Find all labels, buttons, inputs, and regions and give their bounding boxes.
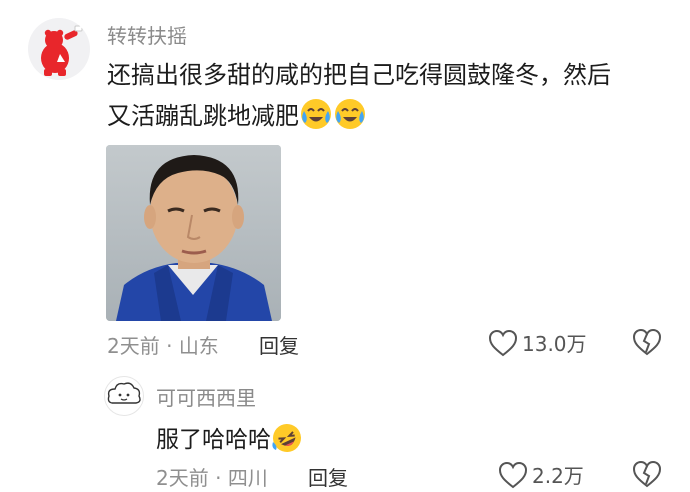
meta-separator: · xyxy=(166,334,173,358)
reply-like-button[interactable]: 2.2万 xyxy=(498,460,584,489)
heart-icon xyxy=(498,461,528,488)
heart-icon xyxy=(488,329,518,356)
rolling-laughing-emoji-icon xyxy=(271,422,303,460)
reply-meta-separator: · xyxy=(215,466,222,490)
red-bear-avatar-icon xyxy=(28,18,90,80)
comment-time: 2天前 xyxy=(107,334,160,358)
broken-heart-icon xyxy=(632,460,662,488)
crying-laughing-emoji-icon xyxy=(333,97,367,143)
reply-dislike-button[interactable] xyxy=(632,460,662,492)
comment-text-line2-wrap: 又活蹦乱跳地减肥 xyxy=(107,97,367,143)
reply-avatar[interactable] xyxy=(104,376,144,416)
comment-text-line2: 又活蹦乱跳地减肥 xyxy=(107,102,299,130)
reply-button[interactable]: 回复 xyxy=(259,330,299,359)
reply-time: 2天前 xyxy=(156,466,209,490)
reply-meta: 2天前 · 四川 xyxy=(156,462,268,491)
comment-username[interactable]: 转转扶摇 xyxy=(107,20,187,49)
like-button[interactable]: 13.0万 xyxy=(488,328,587,357)
reply-username[interactable]: 可可西西里 xyxy=(156,382,256,411)
reply-location: 四川 xyxy=(227,466,268,490)
crying-laughing-emoji-icon xyxy=(299,97,333,143)
comment-text-line1: 还搞出很多甜的咸的把自己吃得圆鼓隆冬，然后 xyxy=(107,61,611,89)
broken-heart-icon xyxy=(632,328,662,356)
avatar[interactable] xyxy=(28,18,90,80)
comment-image[interactable] xyxy=(106,145,281,321)
reply-like-count: 2.2万 xyxy=(532,464,584,488)
reply-text: 服了哈哈哈 xyxy=(156,427,271,453)
reply-reply-button[interactable]: 回复 xyxy=(308,462,348,491)
reply-text-wrap: 服了哈哈哈 xyxy=(156,420,303,460)
dislike-button[interactable] xyxy=(632,328,662,360)
comment-meta: 2天前 · 山东 xyxy=(107,330,219,359)
cloud-avatar-icon xyxy=(107,382,141,404)
comment-location: 山东 xyxy=(178,334,219,358)
like-count: 13.0万 xyxy=(522,332,587,356)
portrait-photo xyxy=(106,145,281,321)
